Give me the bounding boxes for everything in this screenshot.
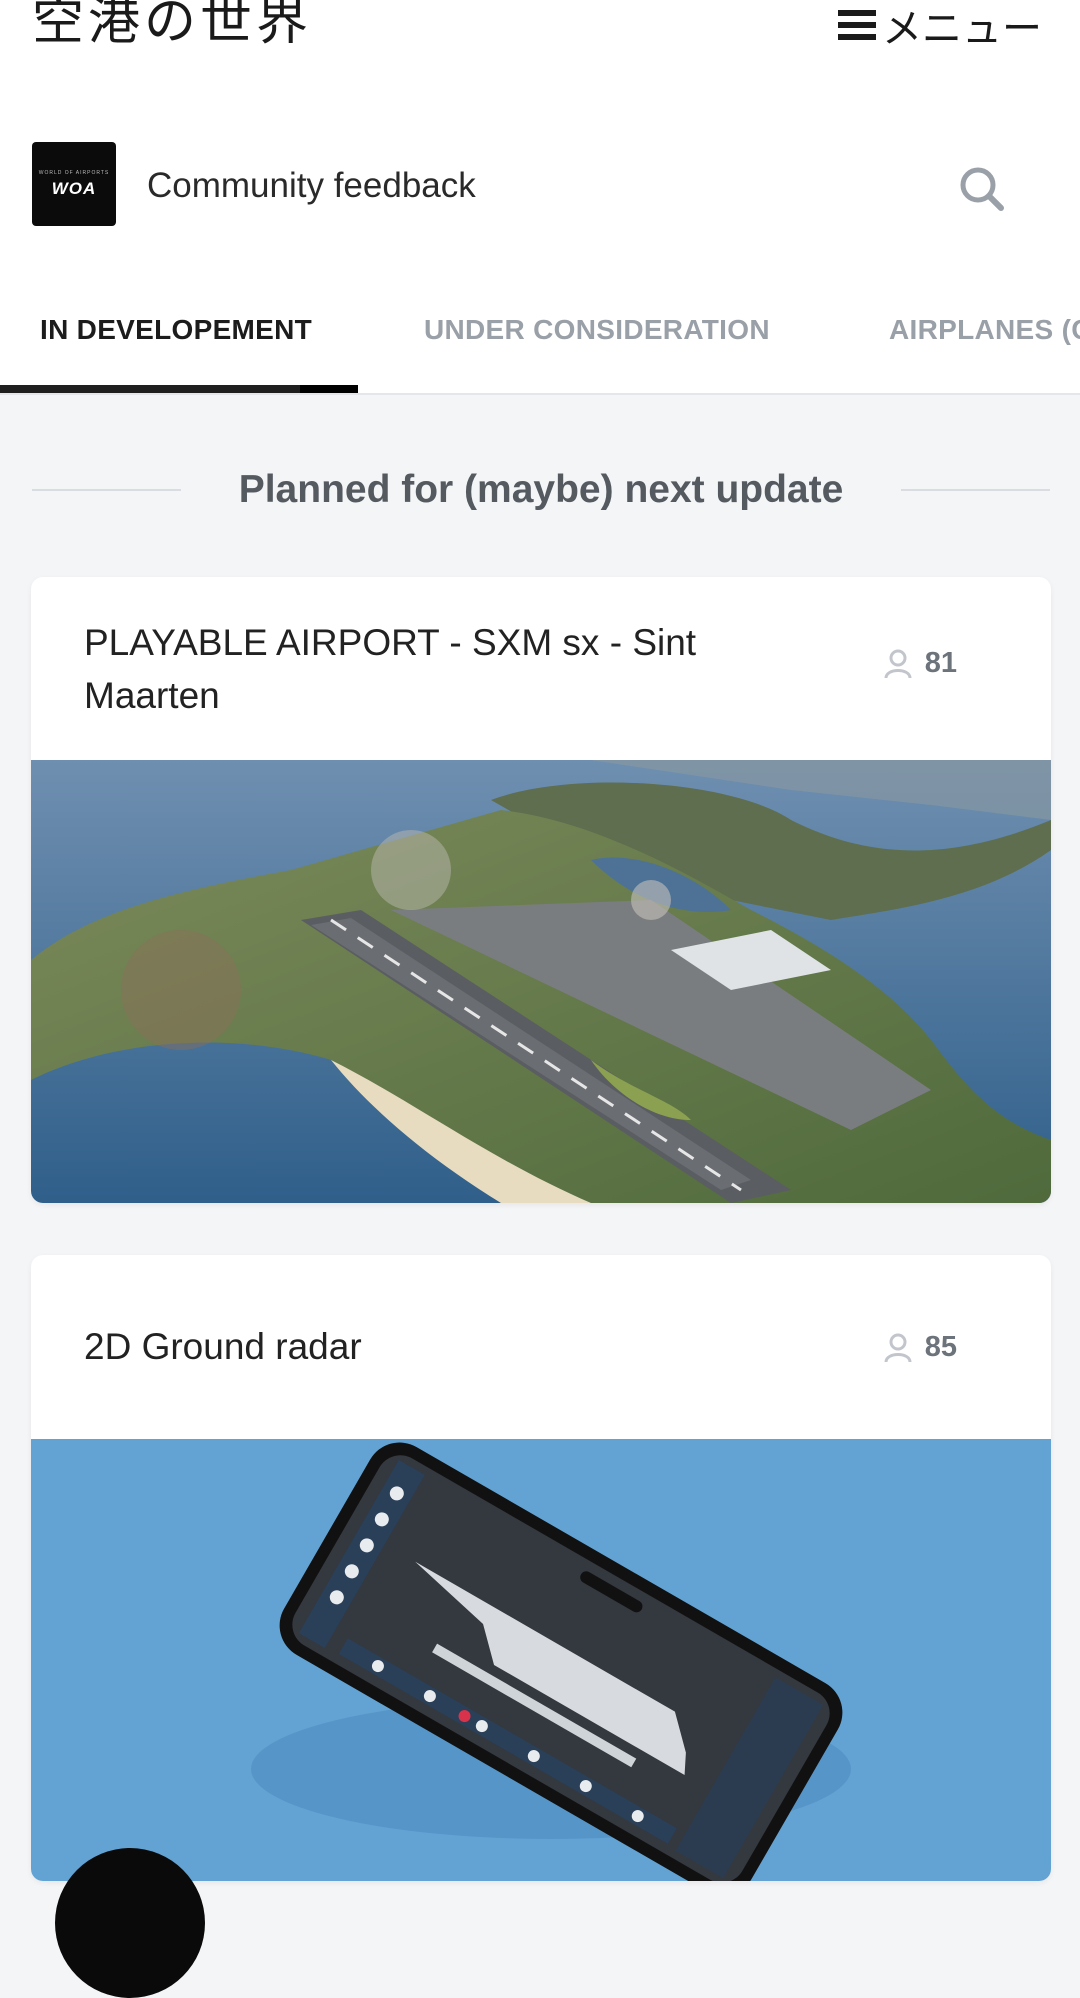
post-card[interactable]: 2D Ground radar 85: [31, 1255, 1051, 1881]
aerial-airport-island-image: [31, 760, 1051, 1203]
site-title[interactable]: 空港の世界: [32, 0, 312, 52]
vote-count[interactable]: 81: [883, 647, 957, 680]
menu-button[interactable]: メニュー: [838, 0, 1042, 52]
post-title-line: Maarten: [84, 675, 220, 716]
floating-action-button[interactable]: [55, 1848, 205, 1998]
search-icon: [960, 167, 1004, 211]
tab-airplanes[interactable]: AIRPLANES (C: [889, 265, 1080, 393]
section-heading: Planned for (maybe) next update: [32, 462, 1051, 518]
phone-ground-radar-image: [31, 1439, 1051, 1881]
post-title[interactable]: 2D Ground radar: [84, 1320, 362, 1373]
post-card[interactable]: PLAYABLE AIRPORT - SXM sx - Sint Maarten…: [31, 577, 1051, 1203]
post-card-header: PLAYABLE AIRPORT - SXM sx - Sint Maarten…: [31, 577, 1051, 760]
post-title-line: PLAYABLE AIRPORT - SXM sx - Sint: [84, 622, 697, 663]
search-button[interactable]: [958, 165, 1006, 213]
post-card-header: 2D Ground radar 85: [31, 1255, 1051, 1439]
user-icon: [884, 649, 912, 678]
hamburger-icon: [838, 9, 876, 41]
active-tab-indicator: [0, 385, 358, 393]
status-tabs: IN DEVELOPEMENT UNDER CONSIDERATION AIRP…: [0, 265, 1080, 395]
divider-left: [32, 489, 181, 491]
user-icon: [884, 1333, 912, 1362]
tab-in-development[interactable]: IN DEVELOPEMENT: [40, 265, 312, 393]
vote-number: 85: [924, 1331, 957, 1363]
board-title: Community feedback: [147, 166, 476, 205]
logo-text: WOA: [51, 178, 97, 198]
vote-number: 81: [924, 647, 957, 679]
tab-under-consideration[interactable]: UNDER CONSIDERATION: [424, 265, 770, 393]
board-bar: WORLD OF AIRPORTS WOA Community feedback: [0, 85, 1080, 265]
board-logo[interactable]: WORLD OF AIRPORTS WOA: [32, 142, 116, 226]
post-title[interactable]: PLAYABLE AIRPORT - SXM sx - Sint Maarten: [84, 616, 696, 722]
menu-label: メニュー: [882, 6, 1042, 52]
section-heading-text: Planned for (maybe) next update: [238, 468, 844, 511]
logo-subtext: WORLD OF AIRPORTS: [38, 169, 110, 176]
vote-count[interactable]: 85: [883, 1331, 957, 1364]
divider-right: [901, 489, 1051, 491]
site-header: 空港の世界 メニュー: [0, 0, 1080, 85]
